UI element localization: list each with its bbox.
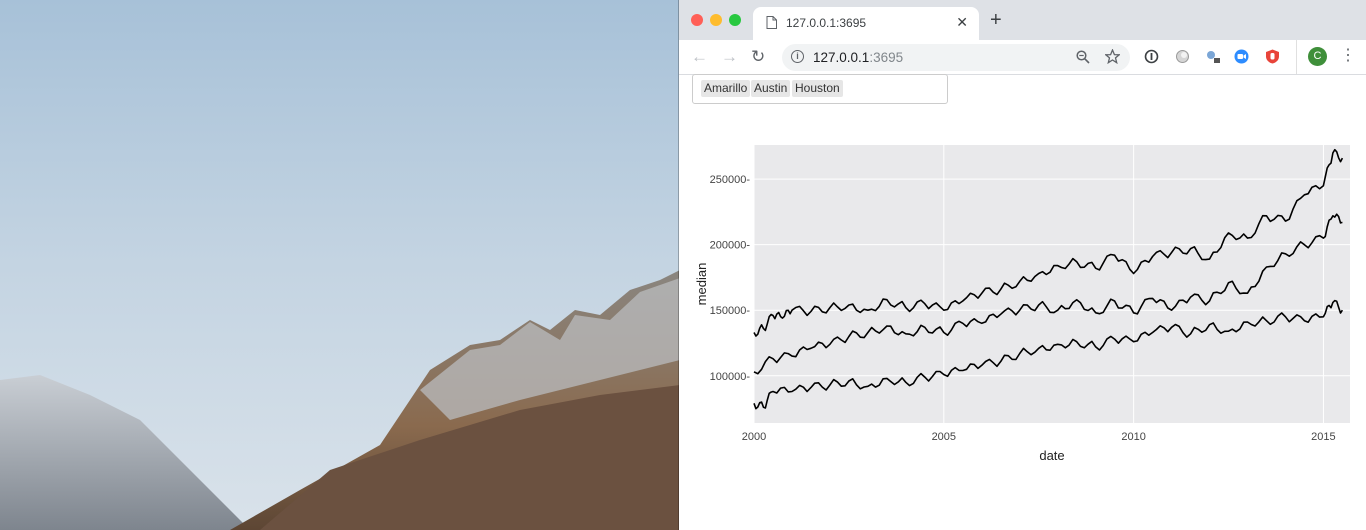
y-tick-label: 250000- — [710, 174, 751, 186]
zoom-magnifier-icon[interactable] — [1076, 50, 1090, 64]
y-axis-label: median — [694, 263, 709, 306]
x-tick-label: 2005 — [932, 431, 956, 443]
plot-background — [754, 145, 1350, 423]
median-price-line-chart: 2000 2005 2010 2015 100000- 150000- 200000- 250… — [694, 145, 1350, 463]
desktop-wallpaper — [0, 0, 680, 530]
x-tick-label: 2015 — [1311, 431, 1335, 443]
back-arrow-icon[interactable]: ← — [691, 48, 708, 65]
tab-title: 127.0.0.1:3695 — [786, 16, 867, 30]
tab-strip: 127.0.0.1:3695 ✕ + — [679, 0, 1366, 40]
url-text: 127.0.0.1:3695 — [813, 50, 903, 65]
browser-tab[interactable]: 127.0.0.1:3695 ✕ — [753, 7, 979, 40]
reload-icon[interactable]: ↻ — [751, 48, 765, 65]
x-axis-label: date — [1039, 448, 1064, 463]
toolbar-separator — [1296, 40, 1297, 74]
y-tick-label: 150000- — [710, 305, 751, 317]
window-zoom-button[interactable] — [729, 14, 741, 26]
address-bar[interactable]: i 127.0.0.1:3695 — [782, 44, 1130, 71]
chip-austin[interactable]: Austin — [751, 80, 791, 97]
city-multiselect[interactable]: Amarillo Austin Houston — [692, 74, 948, 104]
extension-info-icon[interactable] — [1144, 49, 1159, 64]
extension-video-icon[interactable] — [1234, 49, 1249, 64]
url-host: 127.0.0.1 — [813, 50, 870, 65]
x-tick-label: 2010 — [1121, 431, 1145, 443]
browser-menu-icon[interactable]: ⋮ — [1340, 48, 1356, 64]
profile-avatar[interactable]: C — [1308, 47, 1327, 66]
window-close-button[interactable] — [691, 14, 703, 26]
window-minimize-button[interactable] — [710, 14, 722, 26]
bookmark-star-icon[interactable] — [1105, 49, 1120, 64]
x-tick-label: 2000 — [742, 431, 766, 443]
y-tick-label: 100000- — [710, 371, 751, 383]
tab-close-icon[interactable]: ✕ — [956, 14, 968, 31]
chip-amarillo[interactable]: Amarillo — [701, 80, 751, 97]
site-info-icon[interactable]: i — [791, 50, 804, 63]
y-tick-label: 200000- — [710, 240, 751, 252]
browser-window: 127.0.0.1:3695 ✕ + ← → ↻ i 127.0.0.1:369… — [679, 0, 1366, 530]
mountain-landscape-image — [0, 0, 680, 530]
browser-toolbar: ← → ↻ i 127.0.0.1:3695 C ⋮ — [679, 40, 1366, 75]
extension-shield-icon[interactable] — [1265, 49, 1280, 64]
page-content: Amarillo Austin Houston 2000 2005 2010 2015… — [679, 74, 1366, 530]
new-tab-button[interactable]: + — [990, 10, 1002, 30]
url-port: :3695 — [869, 50, 904, 65]
page-icon — [766, 16, 777, 29]
forward-arrow-icon[interactable]: → — [721, 48, 738, 65]
chip-houston[interactable]: Houston — [792, 80, 843, 97]
extension-toggle-icon[interactable] — [1175, 49, 1190, 64]
extension-search-icon[interactable] — [1205, 49, 1221, 64]
